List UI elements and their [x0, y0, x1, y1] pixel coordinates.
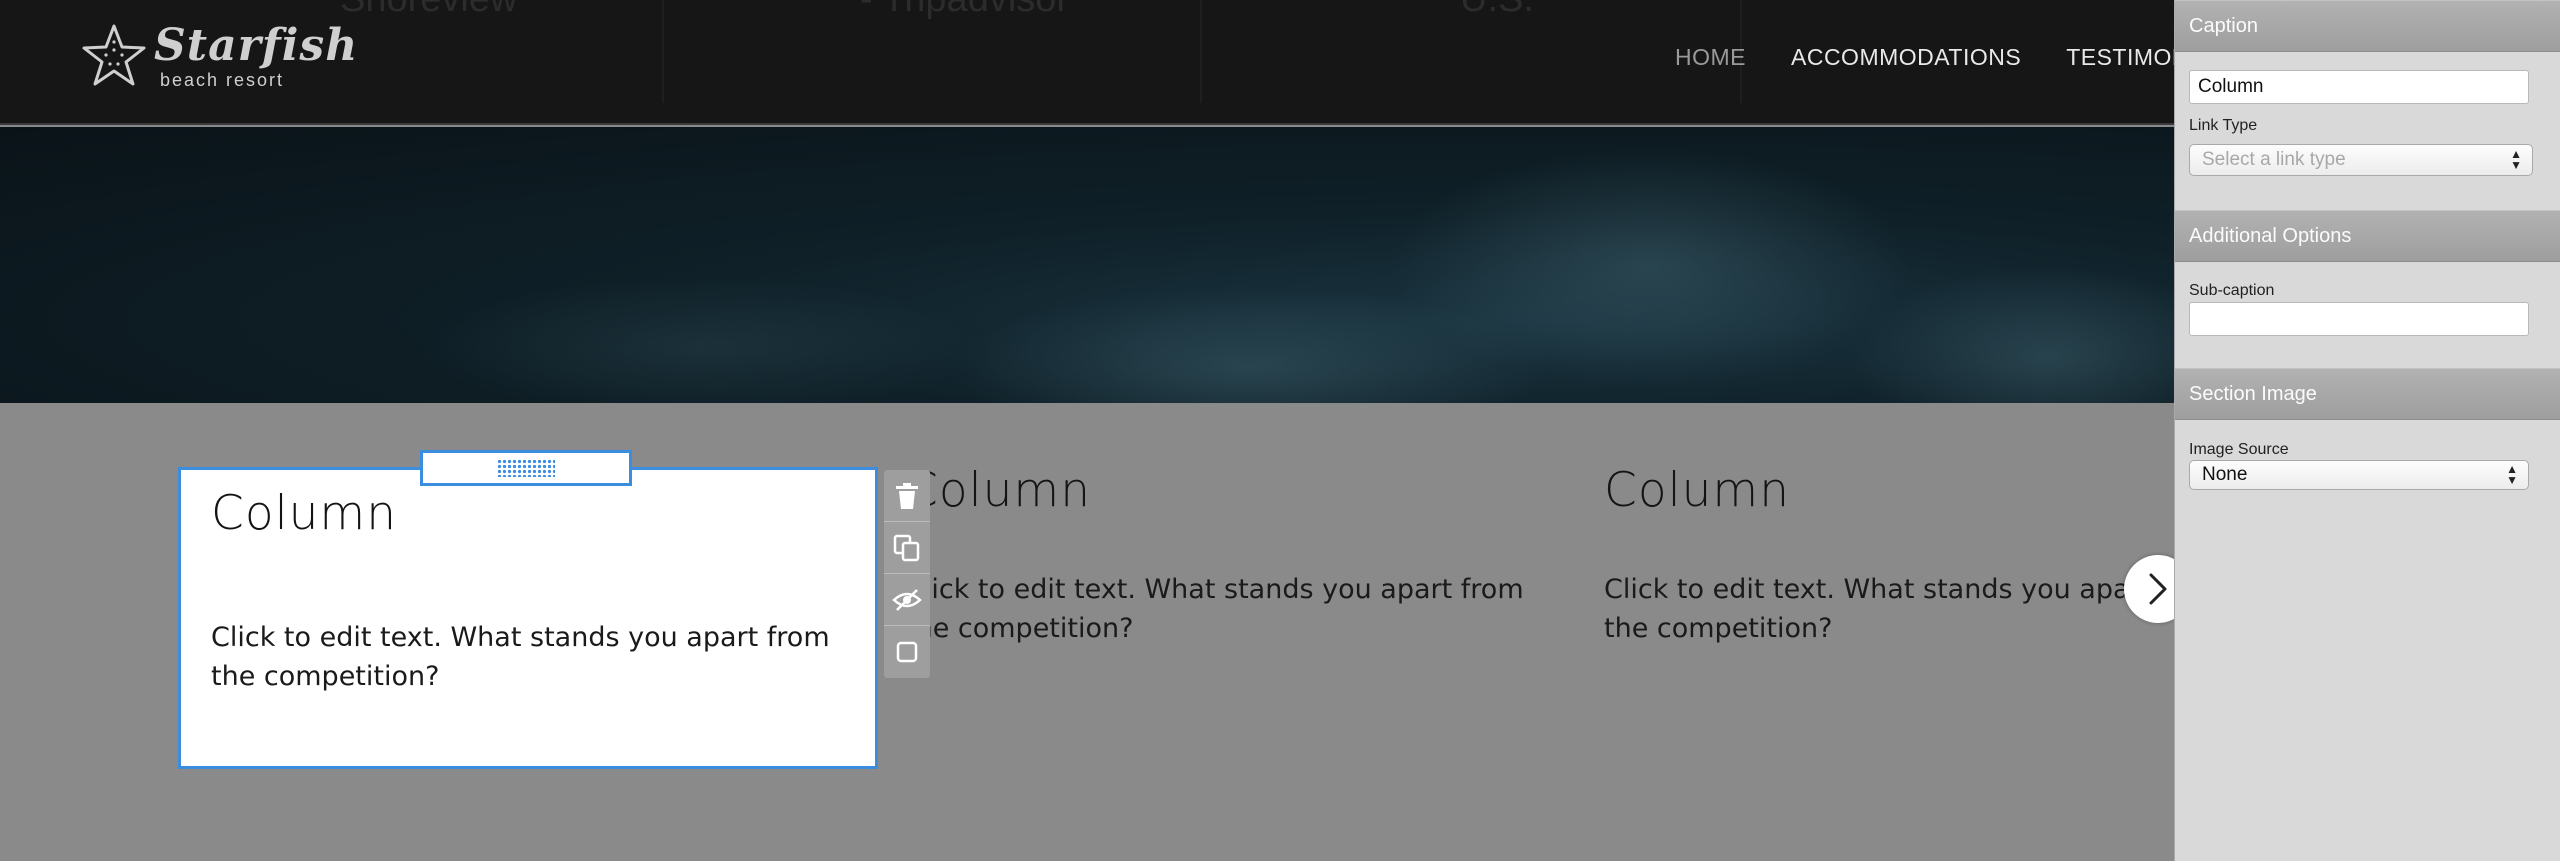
section-header-section-image[interactable]: Section Image [2175, 368, 2560, 420]
divider [662, 0, 664, 103]
column-title[interactable]: Column [211, 486, 397, 541]
sub-caption-label: Sub-caption [2189, 282, 2275, 299]
link-type-select[interactable]: Select a link type ▲ ▼ [2189, 144, 2533, 176]
grip-icon [497, 459, 555, 477]
column-3[interactable]: Column Click to edit text. What stands y… [1604, 463, 2224, 648]
column-text[interactable]: Click to edit text. What stands you apar… [905, 570, 1525, 648]
link-type-placeholder: Select a link type [2202, 149, 2346, 170]
toggle-visibility-button[interactable] [884, 574, 930, 626]
chevron-right-icon [2149, 573, 2167, 605]
image-source-value: None [2202, 464, 2248, 485]
caption-input[interactable]: Column [2189, 70, 2529, 104]
column-2[interactable]: Column Click to edit text. What stands y… [905, 463, 1525, 648]
main-nav: HOME ACCOMMODATIONS TESTIMONIA [1675, 44, 2174, 71]
nav-item-accommodations[interactable]: ACCOMMODATIONS [1791, 44, 2021, 71]
logo-tagline: beach resort [160, 70, 285, 90]
column-title[interactable]: Column [1604, 463, 2224, 518]
section-header-caption[interactable]: Caption [2175, 0, 2560, 52]
settings-panel: Caption Column Link Type Select a link t… [2174, 0, 2560, 861]
copy-icon [893, 534, 920, 561]
site-logo[interactable]: Starfish beach resort [80, 22, 358, 91]
page: Shoreview - Tripadvisor U.S. Starfish be… [0, 0, 2560, 861]
logo-text: Starfish beach resort [154, 22, 358, 91]
select-arrows-icon: ▲ ▼ [2510, 147, 2522, 172]
square-icon [896, 641, 918, 663]
site-header: Shoreview - Tripadvisor U.S. Starfish be… [0, 0, 2174, 125]
nav-item-home[interactable]: HOME [1675, 44, 1746, 71]
select-button[interactable] [884, 626, 930, 678]
nav-item-testimonials[interactable]: TESTIMONIA [2066, 44, 2174, 71]
testimonial-ghost-text: - Tripadvisor [860, 0, 1069, 21]
column-text[interactable]: Click to edit text. What stands you apar… [211, 618, 851, 696]
duplicate-button[interactable] [884, 522, 930, 574]
logo-name: Starfish [154, 20, 359, 71]
hero-banner [0, 127, 2174, 403]
sub-caption-input[interactable] [2189, 302, 2529, 336]
hero-background-image [420, 147, 2174, 403]
link-type-label: Link Type [2189, 117, 2258, 134]
select-arrows-icon: ▲ ▼ [2506, 462, 2518, 487]
testimonial-ghost-text: U.S. [1460, 0, 1534, 21]
section-header-additional-options[interactable]: Additional Options [2175, 210, 2560, 262]
image-source-select[interactable]: None ▲ ▼ [2189, 460, 2529, 490]
trash-icon [896, 482, 918, 509]
eye-slash-icon [892, 588, 922, 611]
delete-button[interactable] [884, 470, 930, 522]
column-1-selected[interactable]: Column Click to edit text. What stands y… [178, 467, 878, 769]
starfish-icon [82, 24, 146, 86]
block-toolbar [884, 470, 930, 678]
image-source-label: Image Source [2189, 441, 2289, 458]
divider [1200, 0, 1202, 103]
column-title[interactable]: Column [905, 463, 1525, 518]
drag-handle[interactable] [420, 450, 632, 486]
testimonial-ghost-text: Shoreview [340, 0, 517, 21]
